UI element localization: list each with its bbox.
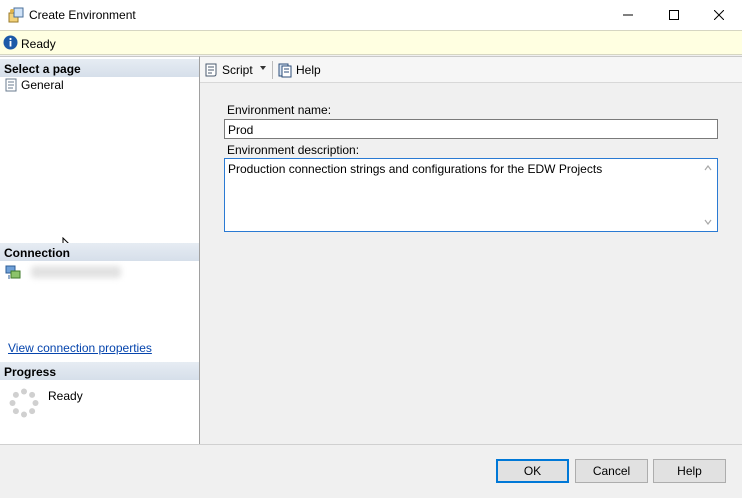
page-item-label: General — [21, 78, 64, 92]
progress-spinner-icon — [9, 388, 39, 418]
toolbar-help-label: Help — [296, 63, 321, 77]
ok-button[interactable]: OK — [496, 459, 569, 483]
environment-name-label: Environment name: — [227, 103, 332, 117]
server-connection-icon — [5, 265, 21, 279]
button-bar: OK Cancel Help — [0, 444, 742, 498]
right-pane: Script Help Environment name: Prod Envir… — [200, 56, 742, 444]
connection-server-name-redacted — [31, 266, 121, 278]
info-icon — [3, 35, 18, 50]
close-button[interactable] — [696, 0, 742, 30]
connection-row — [5, 264, 121, 280]
help-book-icon — [278, 63, 292, 78]
title-bar: Create Environment — [0, 0, 742, 30]
cancel-button[interactable]: Cancel — [575, 459, 648, 483]
environment-description-text: Production connection strings and config… — [228, 162, 603, 176]
close-icon — [714, 10, 724, 20]
maximize-button[interactable] — [651, 0, 697, 30]
create-environment-icon — [8, 7, 24, 23]
toolbar-separator — [272, 61, 273, 79]
connection-header: Connection — [0, 243, 199, 261]
status-text: Ready — [21, 37, 56, 51]
toolbar: Script Help — [200, 57, 742, 83]
environment-name-input[interactable]: Prod — [224, 119, 718, 139]
progress-header: Progress — [0, 362, 199, 380]
description-scrollbar[interactable] — [700, 160, 716, 230]
environment-description-label: Environment description: — [227, 143, 360, 157]
maximize-icon — [669, 10, 679, 20]
scroll-up-arrow-icon[interactable] — [704, 164, 712, 172]
scroll-down-arrow-icon[interactable] — [704, 218, 712, 226]
status-bar: Ready — [0, 30, 742, 55]
minimize-button[interactable] — [605, 0, 651, 30]
script-dropdown-arrow-icon[interactable] — [260, 66, 266, 70]
select-page-header: Select a page — [0, 59, 199, 77]
window-title: Create Environment — [29, 8, 136, 22]
minimize-icon — [623, 14, 633, 16]
left-pane: Select a page General Connection View co… — [0, 56, 200, 444]
script-button[interactable]: Script — [203, 60, 253, 80]
script-icon — [205, 63, 217, 77]
progress-status-text: Ready — [48, 389, 83, 403]
environment-description-input[interactable]: Production connection strings and config… — [224, 158, 718, 232]
script-label: Script — [222, 63, 253, 77]
view-connection-properties-link[interactable]: View connection properties — [8, 341, 152, 355]
page-icon — [5, 78, 17, 92]
page-item-general[interactable]: General — [4, 77, 64, 93]
toolbar-help-button[interactable]: Help — [277, 60, 321, 80]
help-button[interactable]: Help — [653, 459, 726, 483]
